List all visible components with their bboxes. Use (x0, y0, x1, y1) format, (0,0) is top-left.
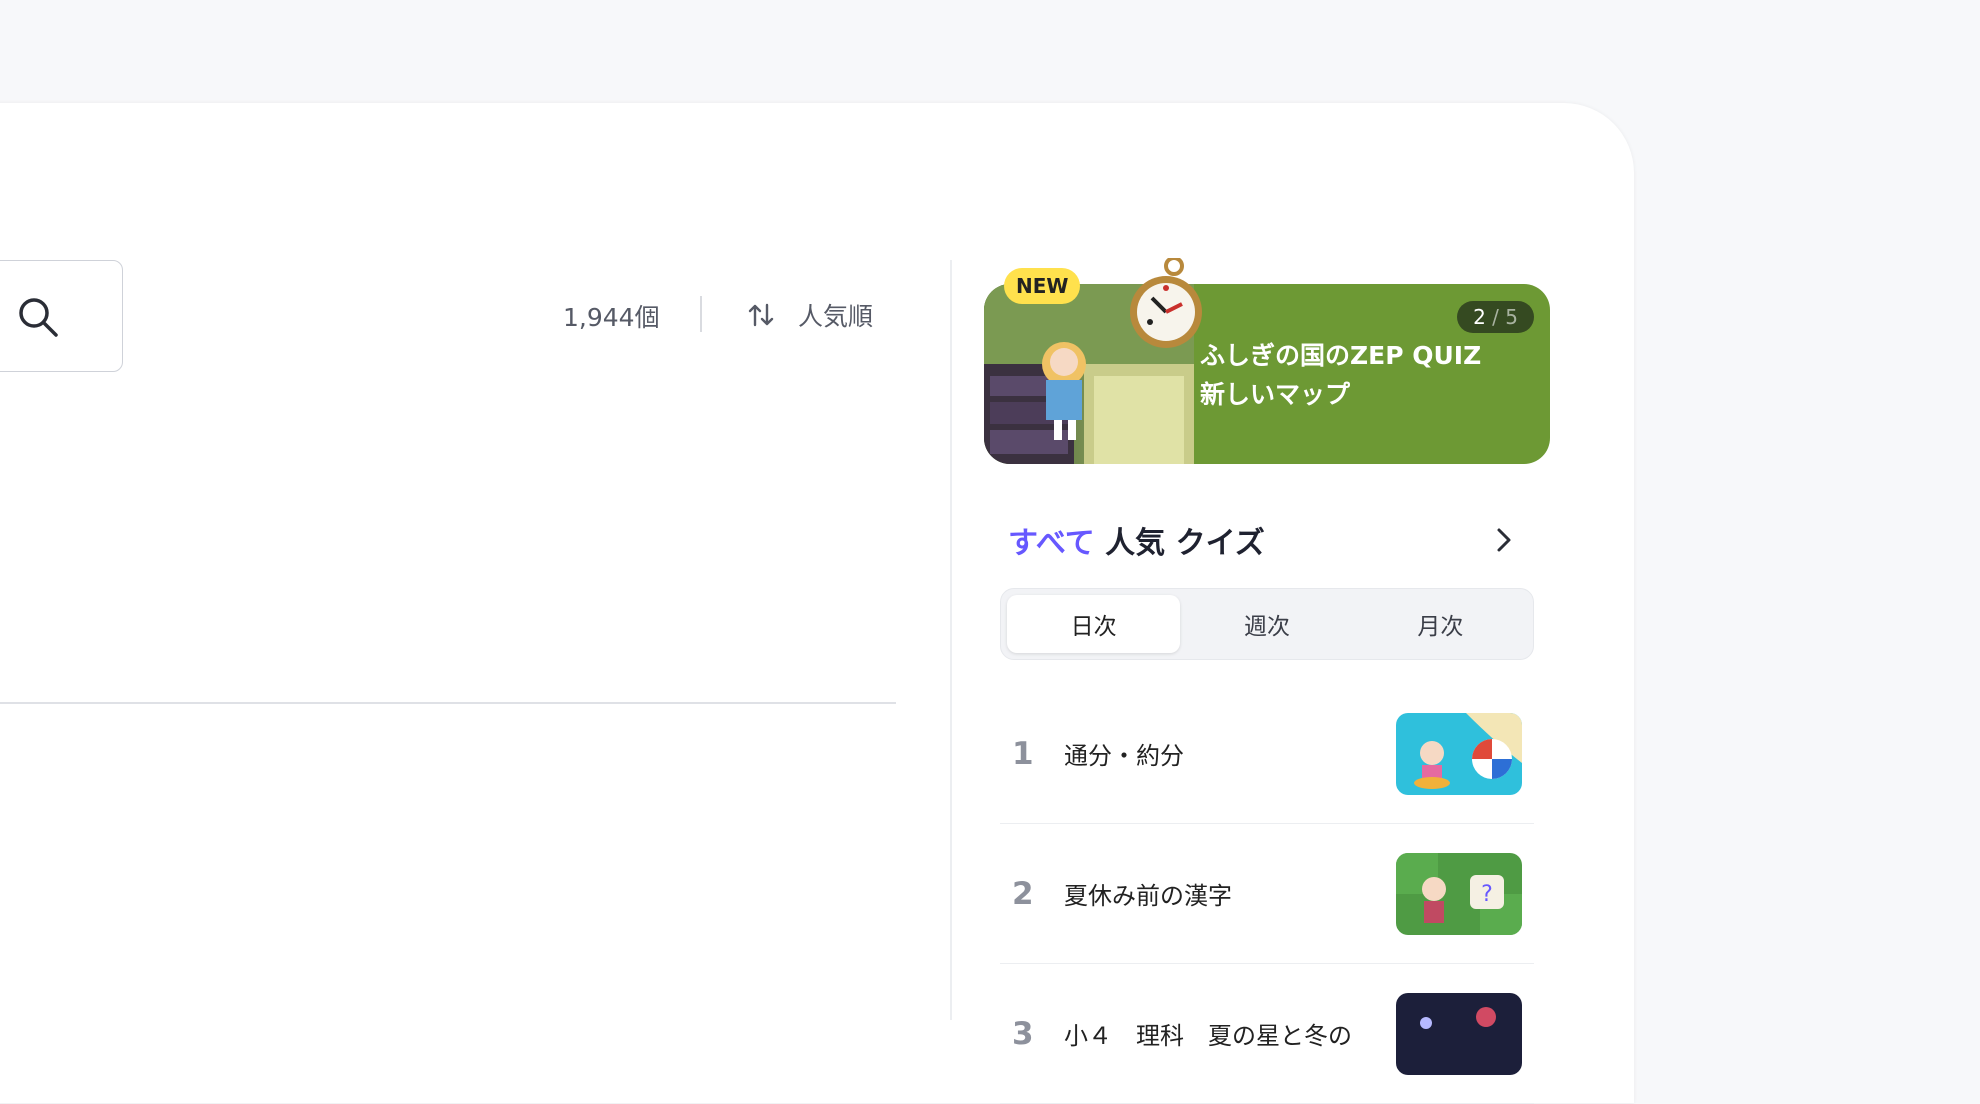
page-separator: / (1485, 305, 1506, 329)
list-item[interactable]: 2 夏休み前の漢字 ? (1000, 824, 1534, 964)
period-tabs: 日次 週次 月次 (1000, 588, 1534, 660)
quiz-title: 小４ 理科 夏の星と冬の (1064, 1022, 1352, 1050)
sort-icon (748, 303, 774, 327)
content-divider (0, 702, 896, 704)
chevron-right-icon[interactable] (1490, 522, 1518, 558)
sort-button[interactable]: 人気順 (746, 290, 873, 340)
promo-banner[interactable]: NEW 2 / 5 ふしぎの国のZEP QUIZ 新しいマップ (984, 258, 1550, 464)
search-icon[interactable] (15, 294, 61, 340)
page-current: 2 (1473, 305, 1486, 329)
column-divider (950, 260, 952, 1020)
ranking-heading: すべて 人気 クイズ (1008, 518, 1265, 562)
quiz-thumbnail (1396, 712, 1522, 795)
rank-number: 3 (1012, 1015, 1034, 1052)
quiz-title: 通分・約分 (1064, 742, 1184, 770)
page-total: 5 (1505, 305, 1518, 329)
page-indicator: 2 / 5 (1457, 301, 1534, 333)
quiz-thumbnail: ? (1396, 852, 1522, 935)
list-item[interactable]: 1 通分・約分 (1000, 684, 1534, 824)
rank-number: 2 (1012, 875, 1034, 912)
sort-label: 人気順 (798, 302, 874, 331)
tab-monthly[interactable]: 月次 (1354, 595, 1527, 653)
banner-title-line2: 新しいマップ (1200, 380, 1351, 409)
rank-number: 1 (1012, 735, 1034, 772)
svg-text:?: ? (1481, 882, 1493, 907)
search-input[interactable] (0, 260, 123, 372)
pocket-watch-icon (1130, 258, 1202, 348)
quiz-title: 夏休み前の漢字 (1064, 882, 1232, 910)
ranking-heading-text: 人気 クイズ (1094, 526, 1265, 561)
result-count: 1,944個 (563, 303, 660, 332)
list-item[interactable]: 3 小４ 理科 夏の星と冬の (1000, 964, 1534, 1104)
quiz-thumbnail (1396, 992, 1522, 1075)
new-badge: NEW (1004, 268, 1081, 304)
tab-weekly[interactable]: 週次 (1180, 595, 1353, 653)
divider (700, 296, 702, 332)
tab-daily[interactable]: 日次 (1007, 595, 1181, 653)
banner-title: ふしぎの国のZEP QUIZ 新しいマップ (1200, 336, 1540, 414)
banner-title-line1: ふしぎの国のZEP QUIZ (1200, 341, 1482, 370)
ranking-heading-accent: すべて (1008, 526, 1095, 561)
ranking-list: 1 通分・約分 2 夏休み前の漢字 ? 3 小４ 理科 夏の星と冬の (1000, 684, 1534, 1104)
